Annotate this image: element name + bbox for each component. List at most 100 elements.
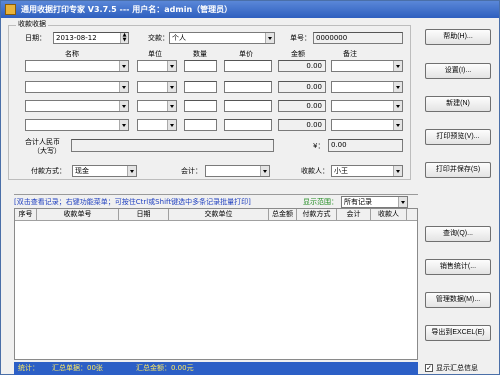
col-seq[interactable]: 序号 (15, 209, 37, 221)
col-qty-header: 数量 (193, 50, 207, 58)
manage-data-button[interactable]: 管理数据(M)... (425, 292, 491, 308)
pay-method-value: 现金 (75, 167, 89, 175)
item-price-input[interactable] (224, 100, 272, 112)
number-field: 0000000 (313, 32, 403, 44)
item-note-combo[interactable] (331, 119, 403, 131)
chevron-down-icon[interactable] (393, 101, 402, 111)
item-name-combo[interactable] (25, 81, 129, 93)
col-total[interactable]: 总金额 (269, 209, 297, 221)
range-value: 所有记录 (344, 198, 372, 206)
chevron-down-icon[interactable] (393, 120, 402, 130)
show-summary-checkbox[interactable]: ✓ (425, 364, 433, 372)
chevron-down-icon[interactable] (393, 61, 402, 71)
accountant-combo[interactable] (205, 165, 270, 177)
records-hint: [双击查看记录；右键功能菜单；可按住Ctrl或Shift键选中多条记录批量打印] (14, 198, 251, 206)
chevron-down-icon[interactable] (167, 120, 176, 130)
receipt-group-title: 收款收据 (16, 20, 48, 29)
accountant-label: 会计： (181, 167, 202, 175)
item-qty-input[interactable] (184, 60, 217, 72)
item-price-input[interactable] (224, 119, 272, 131)
date-picker[interactable]: 2013-08-12 ▲ ▼ (53, 32, 129, 44)
item-note-combo[interactable] (331, 100, 403, 112)
print-save-button[interactable]: 打印并保存(S) (425, 162, 491, 178)
item-price-input[interactable] (224, 81, 272, 93)
show-summary-label: 显示汇总信息 (436, 364, 478, 372)
date-label: 日期： (25, 34, 46, 42)
query-button[interactable]: 查询(Q)... (425, 226, 491, 242)
col-amount-header: 金额 (291, 50, 305, 58)
number-value: 0000000 (316, 34, 348, 42)
total-rmb-field (71, 139, 274, 152)
title-bar: 通用收据打印专家 V3.7.5 --- 用户名：admin（管理员） (1, 1, 499, 18)
payee-combo[interactable]: 小王 (331, 165, 403, 177)
chevron-down-icon[interactable] (119, 101, 128, 111)
chevron-down-icon[interactable] (119, 120, 128, 130)
yen-field: 0.00 (328, 139, 403, 152)
chevron-down-icon[interactable] (119, 82, 128, 92)
yen-label: ¥： (313, 142, 325, 150)
col-receipt-no[interactable]: 收款单号 (37, 209, 119, 221)
payer-value: 个人 (172, 34, 186, 42)
window-title: 通用收据打印专家 V3.7.5 --- 用户名：admin（管理员） (21, 5, 233, 14)
print-preview-button[interactable]: 打印预览(V)... (425, 129, 491, 145)
pay-method-combo[interactable]: 现金 (72, 165, 137, 177)
chevron-down-icon[interactable] (393, 82, 402, 92)
help-button[interactable]: 帮助(H)... (425, 29, 491, 45)
range-combo[interactable]: 所有记录 (341, 196, 408, 208)
item-qty-input[interactable] (184, 81, 217, 93)
app-icon (5, 4, 16, 15)
item-name-combo[interactable] (25, 100, 129, 112)
item-unit-combo[interactable] (137, 100, 177, 112)
col-price-header: 单价 (239, 50, 253, 58)
chevron-down-icon[interactable] (127, 166, 136, 176)
chevron-down-icon[interactable] (398, 197, 407, 207)
item-note-combo[interactable] (331, 81, 403, 93)
chevron-down-icon[interactable] (393, 166, 402, 176)
payer-combo[interactable]: 个人 (169, 32, 275, 44)
item-unit-combo[interactable] (137, 81, 177, 93)
item-amount-field: 0.00 (278, 81, 326, 93)
date-value: 2013-08-12 (56, 34, 97, 42)
yen-value: 0.00 (331, 141, 347, 149)
export-excel-button[interactable]: 导出到EXCEL(E) (425, 325, 491, 341)
settings-button[interactable]: 设置(I)... (425, 63, 491, 79)
chevron-down-icon[interactable] (260, 166, 269, 176)
chevron-down-icon[interactable] (167, 101, 176, 111)
date-spin-icon[interactable]: ▲ ▼ (120, 33, 128, 43)
col-name-header: 名称 (65, 50, 79, 58)
item-amount-field: 0.00 (278, 100, 326, 112)
item-price-input[interactable] (224, 60, 272, 72)
item-amount-field: 0.00 (278, 60, 326, 72)
payer-label: 交款： (148, 34, 169, 42)
col-payer[interactable]: 交款单位 (169, 209, 269, 221)
chevron-down-icon[interactable] (119, 61, 128, 71)
item-unit-combo[interactable] (137, 119, 177, 131)
item-qty-input[interactable] (184, 100, 217, 112)
item-qty-input[interactable] (184, 119, 217, 131)
col-note-header: 备注 (343, 50, 357, 58)
records-table-header: 序号 收款单号 日期 交款单位 总金额 付款方式 会计 收款人 (15, 209, 417, 221)
col-pay-method[interactable]: 付款方式 (297, 209, 337, 221)
chevron-down-icon[interactable] (265, 33, 274, 43)
payee-value: 小王 (334, 167, 348, 175)
col-date[interactable]: 日期 (119, 209, 169, 221)
status-count: 汇总单据：00张 (52, 364, 103, 372)
divider (14, 194, 418, 195)
total-rmb-sublabel: （大写） (33, 147, 61, 155)
records-table[interactable]: 序号 收款单号 日期 交款单位 总金额 付款方式 会计 收款人 (14, 208, 418, 360)
new-button[interactable]: 新建(N) (425, 96, 491, 112)
number-label: 单号： (290, 34, 311, 42)
chevron-down-icon[interactable] (167, 61, 176, 71)
item-name-combo[interactable] (25, 119, 129, 131)
item-name-combo[interactable] (25, 60, 129, 72)
chevron-down-icon[interactable] (167, 82, 176, 92)
item-amount-field: 0.00 (278, 119, 326, 131)
item-note-combo[interactable] (331, 60, 403, 72)
col-accountant[interactable]: 会计 (337, 209, 371, 221)
payee-label: 收款人： (301, 167, 329, 175)
col-payee[interactable]: 收款人 (371, 209, 407, 221)
range-label: 显示范围： (303, 198, 338, 206)
item-unit-combo[interactable] (137, 60, 177, 72)
sales-stats-button[interactable]: 销售统计(... (425, 259, 491, 275)
pay-method-label: 付款方式： (31, 167, 66, 175)
